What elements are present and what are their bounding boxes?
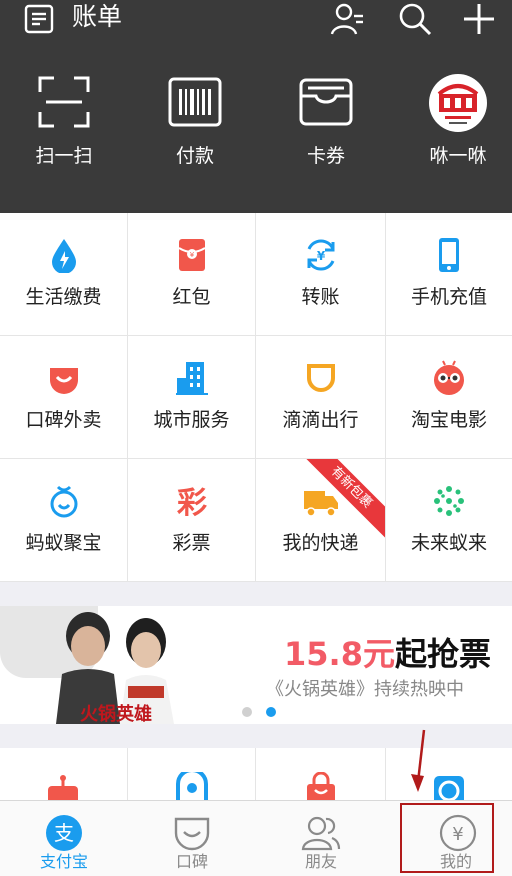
grid-label: 手机充值 [410,286,487,308]
svg-text:支: 支 [54,821,74,845]
mobile-phone-icon [439,238,459,272]
quick-action-pay[interactable]: 付款 [145,74,245,168]
pagination-dot-active[interactable] [266,707,276,717]
grid-item-red-envelope[interactable]: ¥ 红包 [128,213,256,336]
grid-item-city-service[interactable]: 城市服务 [128,336,256,459]
grid-label: 转账 [301,286,340,308]
header: 账单 扫一扫 付款 卡券 咻一咻 [0,0,512,213]
didi-icon [307,364,335,392]
more-service-1[interactable] [0,748,128,800]
more-service-3[interactable] [256,748,386,800]
quick-action-label: 咻一咻 [429,145,487,167]
grid-item-didi[interactable]: 滴滴出行 [256,336,386,459]
tab-label: 朋友 [304,852,337,871]
grid-label: 口碑外卖 [25,409,102,431]
barcode-icon [168,77,222,127]
wallet-icon [299,78,353,126]
tab-label: 支付宝 [39,852,88,871]
banner-headline: 15.8元起抢票 [284,634,491,674]
friends-icon [301,816,341,851]
annotation-arrow [411,729,426,792]
chinese-dream-badge-icon [429,74,487,132]
top-bar: 账单 [0,0,512,38]
grid-label: 蚂蚁聚宝 [25,532,102,554]
grid-item-lottery[interactable]: 彩 彩票 [128,459,256,582]
tab-friends[interactable]: 朋友 [256,801,386,876]
camera-icon [434,776,464,800]
service-grid: 生活缴费 ¥ 红包 ¥ 转账 手机充值 口碑外卖 城市服务 滴滴出行 淘宝电影 … [0,213,512,582]
robot-icon [48,775,78,800]
more-service-2[interactable] [128,748,256,800]
grid-item-ant-fortune[interactable]: 蚂蚁聚宝 [0,459,128,582]
transfer-icon: ¥ [307,239,335,271]
search-icon[interactable] [398,2,432,36]
more-services-row [0,748,512,800]
red-envelope-icon: ¥ [178,239,206,271]
pagination-dot[interactable] [242,707,252,717]
grid-label: 淘宝电影 [410,409,487,431]
grid-label: 彩票 [172,532,211,554]
shopping-bag-icon [307,772,335,800]
heart-scan-icon [176,772,208,800]
quick-action-xiu[interactable]: 咻一咻 [408,74,508,168]
alipay-icon: 支 [46,815,82,851]
quick-action-label: 卡券 [306,145,345,167]
annotation-highlight-box [400,803,494,873]
banner-price: 15.8元 [284,635,395,673]
delivery-truck-icon [304,491,338,517]
banner-subtitle: 《火锅英雄》持续热映中 [266,679,464,700]
future-dots-icon [434,486,464,516]
svg-text:彩: 彩 [177,486,207,519]
ant-treasure-icon [50,485,78,518]
grid-label: 生活缴费 [25,286,102,308]
grid-label: 我的快递 [282,532,359,554]
promo-banner[interactable]: 火锅英雄 15.8元起抢票 《火锅英雄》持续热映中 [0,606,512,724]
ribbon-wrap: 有新包裹 [256,459,385,581]
more-service-4[interactable] [386,748,512,800]
grid-item-mobile-topup[interactable]: 手机充值 [386,213,512,336]
svg-text:¥: ¥ [190,251,195,259]
movie-face-icon [434,360,464,395]
koubei-smile-icon [50,368,78,394]
banner-pagination [242,702,290,721]
grid-item-utilities[interactable]: 生活缴费 [0,213,128,336]
svg-text:¥: ¥ [317,249,326,263]
scan-icon [38,76,90,128]
quick-action-label: 扫一扫 [35,145,93,167]
contacts-icon[interactable] [330,2,364,36]
movie-title-art: 火锅英雄 [80,703,152,724]
grid-item-my-delivery[interactable]: 有新包裹 我的快递 [256,459,386,582]
tab-label: 口碑 [175,852,208,871]
grid-item-future-ant[interactable]: 未来蚁来 [386,459,512,582]
bill-icon[interactable] [24,4,54,34]
city-building-icon [176,362,208,395]
quick-action-label: 付款 [175,145,214,167]
quick-action-coupons[interactable]: 卡券 [276,74,376,168]
koubei-tab-icon [174,817,210,851]
grid-item-koubei-takeout[interactable]: 口碑外卖 [0,336,128,459]
banner-buy: 起抢票 [394,635,491,673]
movie-poster-image: 火锅英雄 [56,612,174,724]
bill-title[interactable]: 账单 [72,2,122,32]
grid-item-transfer[interactable]: ¥ 转账 [256,213,386,336]
lottery-icon: 彩 [177,486,207,519]
quick-action-scan[interactable]: 扫一扫 [14,74,114,168]
grid-item-taobao-movie[interactable]: 淘宝电影 [386,336,512,459]
water-drop-bolt-icon [52,239,76,273]
plus-icon[interactable] [462,2,496,36]
tab-koubei[interactable]: 口碑 [128,801,256,876]
grid-label: 城市服务 [153,409,230,431]
grid-label: 滴滴出行 [282,409,359,431]
grid-label: 红包 [172,286,211,308]
grid-label: 未来蚁来 [410,532,487,554]
tab-alipay[interactable]: 支 支付宝 [0,801,128,876]
